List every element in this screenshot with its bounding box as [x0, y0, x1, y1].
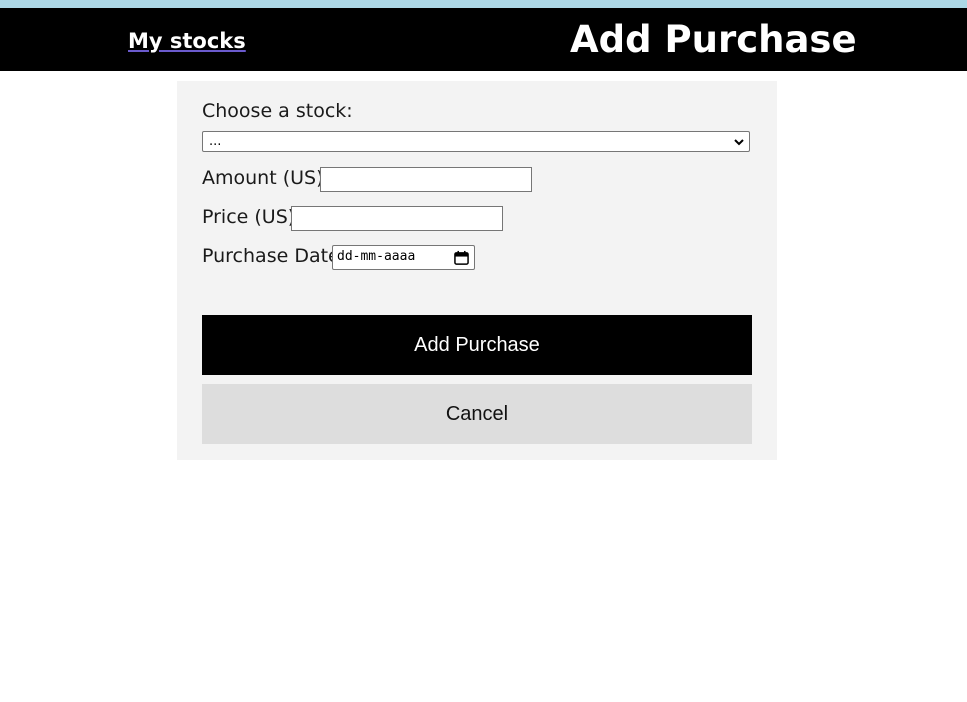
stock-select[interactable]: ...	[202, 131, 750, 152]
date-placeholder: dd-mm-aaaa	[337, 249, 416, 264]
page-title: Add Purchase	[570, 18, 857, 61]
price-input[interactable]	[291, 206, 503, 231]
calendar-icon[interactable]	[454, 250, 469, 265]
add-purchase-button[interactable]: Add Purchase	[202, 315, 752, 375]
purchase-date-input[interactable]: dd-mm-aaaa	[332, 245, 475, 270]
amount-input[interactable]	[320, 167, 532, 192]
chevron-down-icon	[734, 139, 744, 146]
top-accent-strip	[0, 0, 967, 8]
my-stocks-link[interactable]: My stocks	[128, 27, 246, 55]
price-label: Price (US):	[202, 206, 302, 228]
add-purchase-form: Choose a stock: ... Amount (US): Price (…	[177, 81, 777, 460]
page-header: My stocks Add Purchase	[0, 8, 967, 71]
stock-select-value: ...	[209, 134, 222, 149]
purchase-date-label: Purchase Date:	[202, 245, 347, 267]
amount-label: Amount (US):	[202, 167, 330, 189]
cancel-button[interactable]: Cancel	[202, 384, 752, 444]
stock-label: Choose a stock:	[202, 100, 353, 122]
